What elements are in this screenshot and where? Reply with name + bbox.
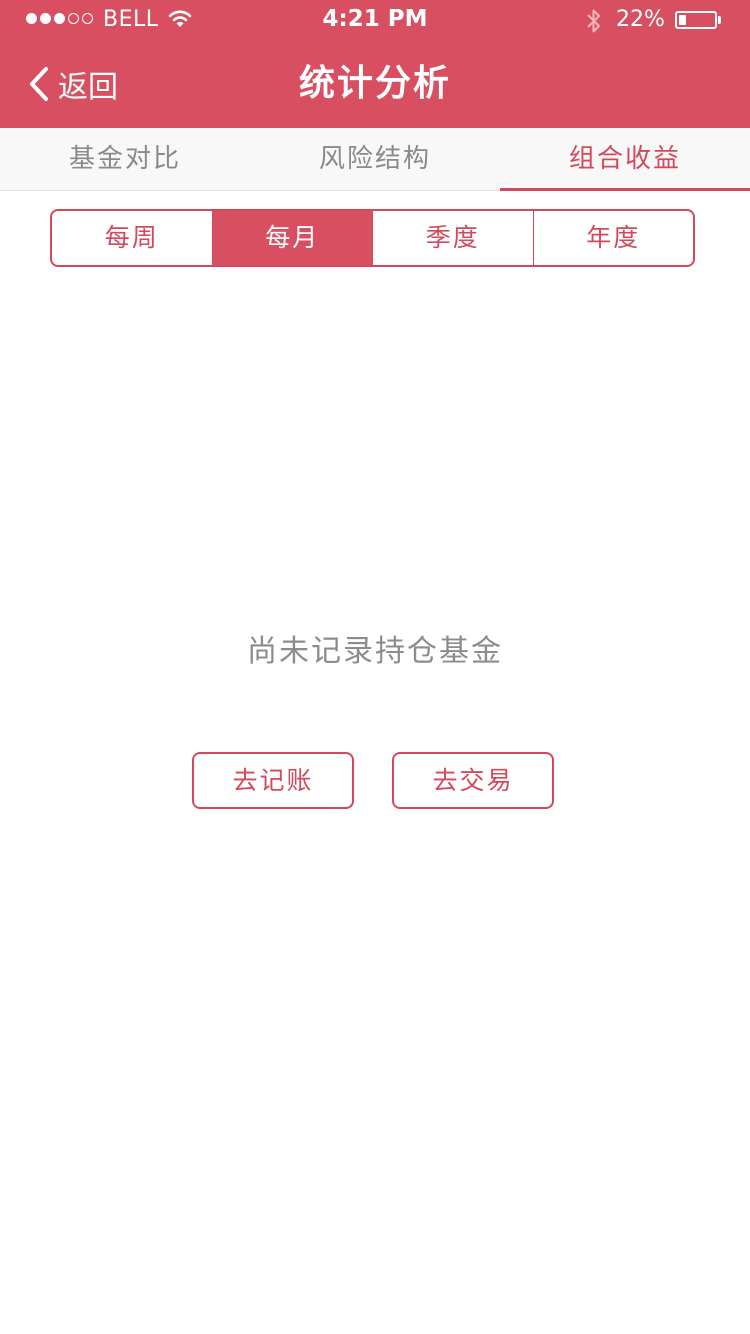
tab-risk-structure[interactable]: 风险结构 bbox=[250, 128, 500, 190]
bluetooth-icon bbox=[586, 8, 602, 38]
battery-percent: 22% bbox=[616, 7, 665, 32]
tab-label: 组合收益 bbox=[568, 144, 681, 174]
segment-monthly[interactable]: 每月 bbox=[212, 211, 373, 265]
battery-icon bbox=[675, 11, 717, 29]
record-button[interactable]: 去记账 bbox=[192, 752, 354, 809]
battery-fill bbox=[679, 15, 686, 25]
app-screen: BELL 4:21 PM 22% 返回 统计分析 基金对比 风险结构 组合收益 … bbox=[0, 0, 750, 1334]
tab-fund-compare[interactable]: 基金对比 bbox=[0, 128, 250, 190]
tab-label: 基金对比 bbox=[68, 144, 181, 174]
empty-state-message: 尚未记录持仓基金 bbox=[247, 634, 503, 669]
trade-button[interactable]: 去交易 bbox=[392, 752, 554, 809]
segment-quarterly[interactable]: 季度 bbox=[373, 211, 534, 265]
battery-tip bbox=[718, 16, 721, 24]
empty-state-actions: 去记账 去交易 bbox=[192, 752, 554, 809]
page-title: 统计分析 bbox=[298, 63, 451, 104]
segment-weekly[interactable]: 每周 bbox=[52, 211, 213, 265]
period-segmented-control: 每周 每月 季度 年度 bbox=[50, 209, 695, 267]
segment-yearly[interactable]: 年度 bbox=[534, 211, 694, 265]
tab-label: 风险结构 bbox=[318, 144, 431, 174]
header: BELL 4:21 PM 22% 返回 统计分析 bbox=[0, 0, 750, 128]
nav-bar: 返回 统计分析 bbox=[0, 40, 750, 128]
tab-portfolio-return[interactable]: 组合收益 bbox=[500, 128, 750, 191]
status-bar: BELL 4:21 PM 22% bbox=[0, 0, 750, 40]
top-tabs: 基金对比 风险结构 组合收益 bbox=[0, 128, 750, 191]
